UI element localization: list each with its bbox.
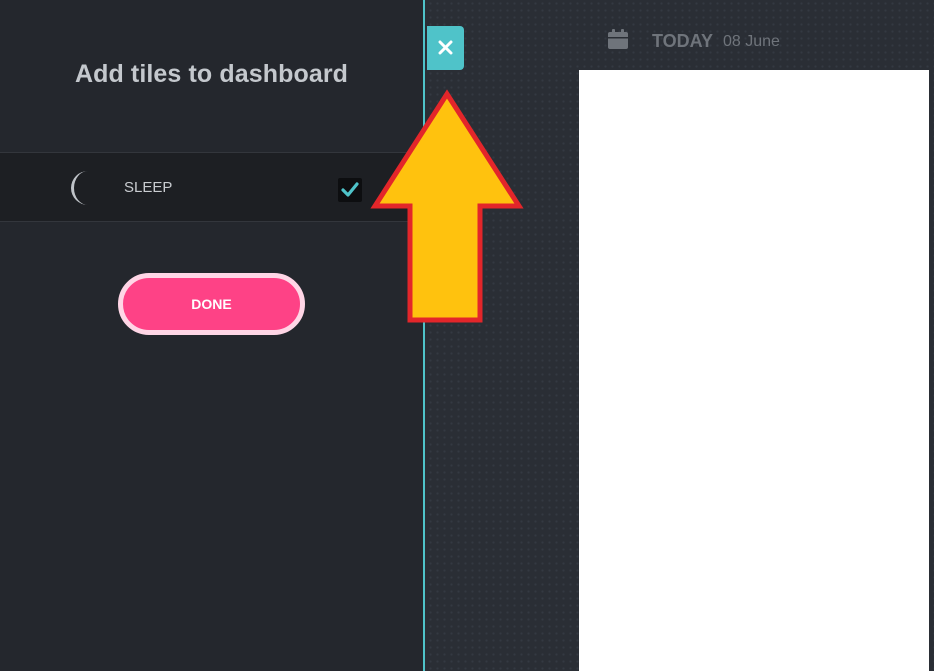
- tile-checkbox-sleep[interactable]: [338, 178, 362, 202]
- panel-title: Add tiles to dashboard: [74, 60, 349, 88]
- today-date: 08 June: [723, 33, 780, 50]
- dashboard-tile-card: [579, 70, 929, 671]
- add-tiles-panel: Add tiles to dashboard SLEEP DONE: [0, 0, 425, 671]
- moon-icon: [66, 169, 100, 207]
- app-frame: TODAY 08 June Add tiles to dashboard SLE…: [0, 0, 934, 671]
- tile-label: SLEEP: [124, 179, 173, 196]
- close-button[interactable]: [427, 26, 464, 70]
- calendar-icon: [607, 28, 629, 50]
- done-button[interactable]: DONE: [118, 273, 305, 335]
- today-label: TODAY: [652, 31, 714, 51]
- up-arrow-annotation-icon: [370, 88, 524, 326]
